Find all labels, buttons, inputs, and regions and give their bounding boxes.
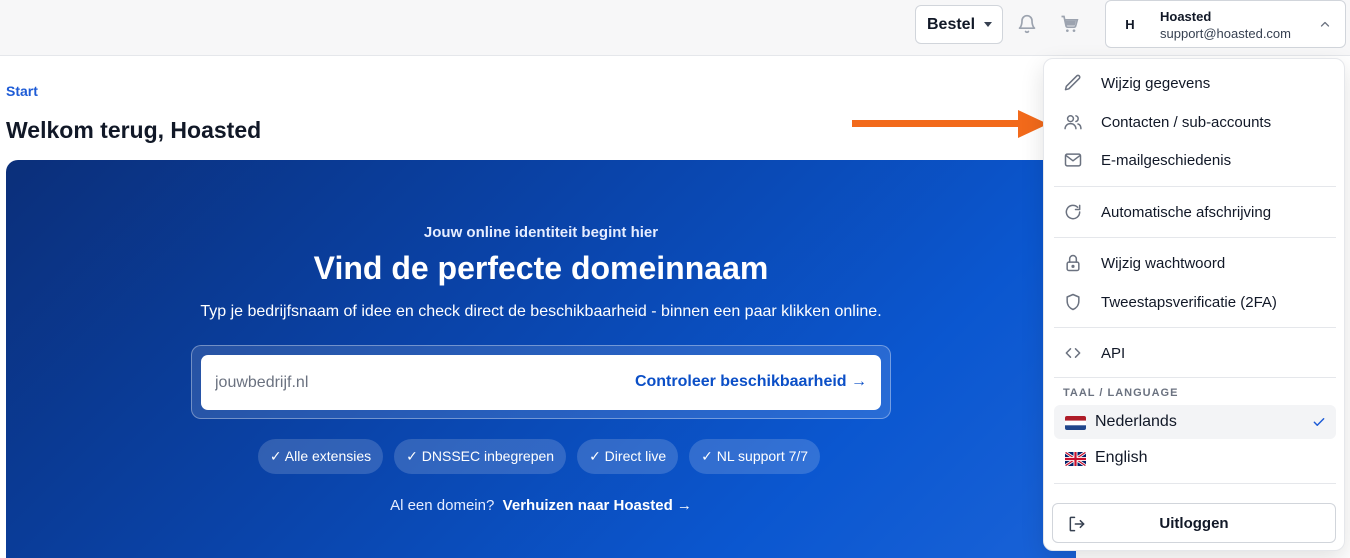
language-section-label: TAAL / LANGUAGE: [1063, 387, 1179, 399]
feature-chip: ✓ NL support 7/7: [689, 439, 821, 474]
avatar: H: [1125, 17, 1135, 32]
transfer-prefix: Al een domein?: [390, 497, 495, 514]
transfer-domain-link[interactable]: Verhuizen naar Hoasted →: [503, 497, 692, 514]
menu-divider: [1054, 327, 1336, 328]
menu-item-email-history[interactable]: E-mailgeschiedenis: [1054, 143, 1336, 177]
domain-search-container: Controleer beschikbaarheid →: [191, 345, 891, 419]
order-button-label: Bestel: [927, 15, 976, 33]
lock-icon: [1066, 254, 1080, 272]
feature-chip: ✓ DNSSEC inbegrepen: [394, 439, 567, 474]
hero-kicker: Jouw online identiteit begint hier: [423, 224, 659, 241]
domain-search-input[interactable]: [215, 369, 595, 397]
feature-chips: ✓ Alle extensies ✓ DNSSEC inbegrepen ✓ D…: [6, 439, 1076, 474]
menu-item-auto-debit[interactable]: Automatische afschrijving: [1054, 195, 1336, 229]
feature-chip: ✓ Alle extensies: [257, 439, 384, 474]
account-menu-toggle[interactable]: H Hoasted support@hoasted.com: [1105, 0, 1346, 48]
check-availability-button[interactable]: Controleer beschikbaarheid →: [635, 373, 867, 391]
shield-icon: [1066, 293, 1080, 311]
logout-label: Uitloggen: [1159, 515, 1229, 532]
order-dropdown-button[interactable]: Bestel: [915, 5, 1003, 44]
transfer-line: Al een domein? Verhuizen naar Hoasted →: [6, 497, 1076, 514]
hero-subtext: Typ je bedrijfsnaam of idee en check dir…: [200, 303, 882, 320]
dutch-flag-icon: [1065, 416, 1086, 430]
chevron-up-icon: [1320, 21, 1330, 27]
menu-divider: [1054, 237, 1336, 238]
top-bar: Bestel H Hoasted support@hoasted.com: [0, 0, 1350, 56]
code-icon: [1065, 348, 1081, 358]
feature-chip: ✓ Direct live: [577, 439, 679, 474]
users-icon: [1064, 115, 1082, 130]
menu-item-2fa[interactable]: Tweestapsverificatie (2FA): [1054, 285, 1336, 319]
annotation-arrow-icon: [852, 110, 1048, 138]
domain-search-hero: Jouw online identiteit begint hier Vind …: [6, 160, 1076, 558]
logout-button[interactable]: Uitloggen: [1052, 503, 1336, 543]
language-option-nl[interactable]: Nederlands: [1054, 405, 1336, 439]
menu-item-label: Tweestapsverificatie (2FA): [1101, 293, 1277, 311]
menu-item-label: Contacten / sub-accounts: [1101, 113, 1272, 131]
language-label: English: [1095, 449, 1148, 466]
menu-divider: [1054, 186, 1336, 187]
page-title: Welkom terug, Hoasted: [6, 117, 262, 143]
menu-item-edit-details[interactable]: Wijzig gegevens: [1054, 66, 1336, 100]
menu-item-label: E-mailgeschiedenis: [1101, 151, 1232, 169]
bell-icon[interactable]: [1017, 14, 1037, 34]
menu-item-label: Automatische afschrijving: [1101, 203, 1272, 221]
menu-divider: [1054, 483, 1336, 484]
language-option-en[interactable]: English: [1054, 441, 1336, 475]
domain-search-box: Controleer beschikbaarheid →: [201, 355, 881, 410]
caret-down-icon: [984, 22, 992, 27]
refresh-icon: [1065, 204, 1081, 220]
breadcrumb[interactable]: Start: [6, 83, 38, 99]
language-label: Nederlands: [1095, 413, 1177, 430]
account-email: support@hoasted.com: [1160, 26, 1291, 41]
menu-item-contacts[interactable]: Contacten / sub-accounts: [1054, 105, 1336, 139]
account-name: Hoasted: [1160, 9, 1212, 24]
menu-divider: [1054, 377, 1336, 378]
menu-item-label: Wijzig wachtwoord: [1101, 254, 1226, 272]
pencil-icon: [1064, 74, 1081, 91]
mail-icon: [1064, 153, 1082, 167]
menu-item-label: Wijzig gegevens: [1101, 74, 1211, 92]
hero-headline: Vind de perfecte domeinnaam: [313, 250, 769, 286]
check-icon: [1313, 418, 1325, 426]
cart-icon[interactable]: [1059, 14, 1079, 34]
menu-item-change-password[interactable]: Wijzig wachtwoord: [1054, 246, 1336, 280]
uk-flag-icon: [1065, 452, 1086, 466]
menu-item-api[interactable]: API: [1054, 336, 1336, 370]
menu-item-label: API: [1101, 344, 1126, 362]
account-dropdown-menu: Wijzig gegevens Contacten / sub-accounts…: [1043, 58, 1345, 551]
